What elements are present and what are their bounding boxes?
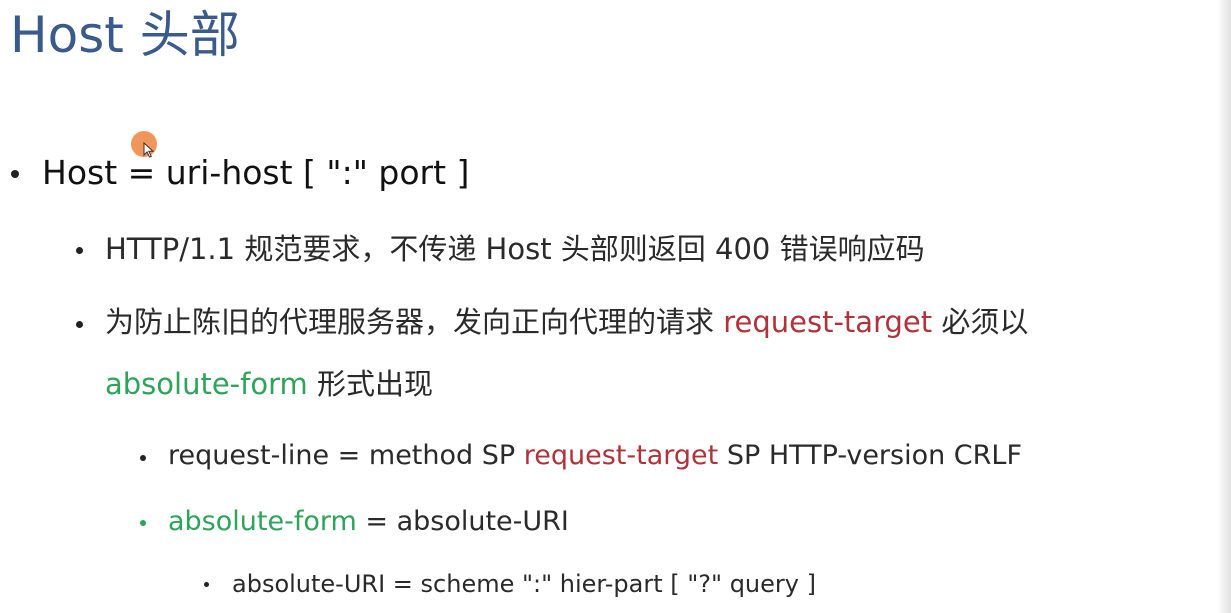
bullet-dot-green: [140, 520, 146, 526]
http11-requirement-line: HTTP/1.1 规范要求，不传递 Host 头部则返回 400 错误响应码: [105, 229, 925, 269]
absolute-form-after: = absolute-URI: [356, 506, 569, 537]
request-line-after: SP HTTP-version CRLF: [718, 440, 1022, 471]
host-syntax-text: Host = uri-host [ ":" port ]: [42, 153, 470, 192]
proxy-requirement-line-2: absolute-form 形式出现: [105, 364, 433, 404]
request-target-highlight: request-target: [723, 305, 933, 339]
host-syntax-line: Host = uri-host [ ":" port ]: [42, 151, 469, 195]
proxy-text-before: 为防止陈旧的代理服务器，发向正向代理的请求: [105, 305, 724, 339]
proxy-requirement-line-1: 为防止陈旧的代理服务器，发向正向代理的请求 request-target 必须以: [105, 302, 1028, 342]
absolute-uri-text: absolute-URI = scheme ":" hier-part [ "?…: [232, 570, 816, 598]
http11-requirement-text: HTTP/1.1 规范要求，不传递 Host 头部则返回 400 错误响应码: [105, 232, 925, 266]
absolute-form-grammar: absolute-form = absolute-URI: [168, 504, 569, 540]
absolute-uri-grammar: absolute-URI = scheme ":" hier-part [ "?…: [232, 568, 816, 600]
bullet-dot: [140, 455, 146, 461]
request-line-before: request-line = method SP: [168, 440, 524, 471]
bullet-dot: [204, 582, 209, 587]
absolute-form-highlight: absolute-form: [105, 367, 308, 401]
bullet-dot: [76, 247, 83, 254]
bullet-dot: [76, 321, 83, 328]
proxy-text-after: 必须以: [932, 305, 1029, 339]
slide-title: Host 头部: [10, 6, 240, 64]
cursor-arrow-icon: [143, 142, 155, 158]
request-target-highlight-2: request-target: [523, 440, 719, 471]
absolute-form-highlight-2: absolute-form: [168, 506, 357, 537]
bullet-dot: [11, 170, 19, 178]
request-line-grammar: request-line = method SP request-target …: [168, 438, 1022, 474]
edge-shadow: [1217, 0, 1231, 613]
proxy-text-form: 形式出现: [307, 367, 433, 401]
